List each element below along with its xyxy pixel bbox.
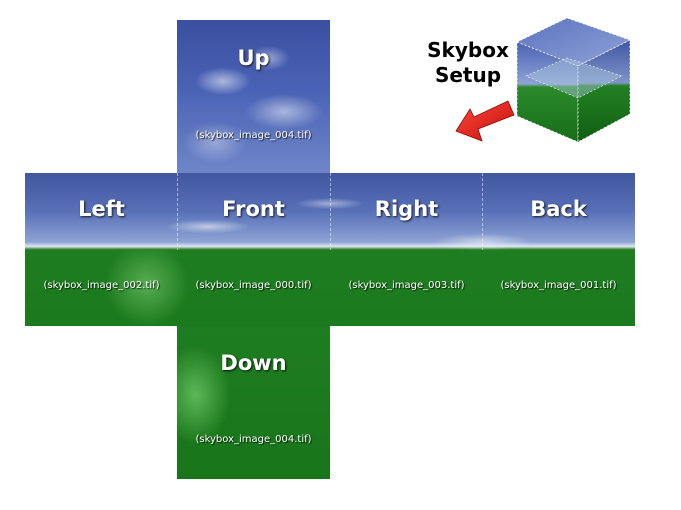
- face-up: Up (skybox_image_004.tif): [177, 20, 330, 173]
- diagram-title: Skybox Setup: [418, 38, 518, 88]
- face-right: Right (skybox_image_003.tif): [330, 173, 483, 326]
- title-line-2: Setup: [434, 63, 502, 87]
- face-label-front: Front: [222, 197, 285, 221]
- face-label-down: Down: [220, 351, 287, 375]
- face-left: Left (skybox_image_002.tif): [25, 173, 178, 326]
- face-file-right: (skybox_image_003.tif): [348, 280, 465, 291]
- face-back: Back (skybox_image_001.tif): [482, 173, 635, 326]
- face-file-back: (skybox_image_001.tif): [500, 280, 617, 291]
- face-file-front: (skybox_image_000.tif): [195, 280, 312, 291]
- face-file-down: (skybox_image_004.tif): [195, 434, 312, 445]
- red-arrow-icon: [455, 100, 515, 142]
- face-down: Down (skybox_image_004.tif): [177, 326, 330, 479]
- face-label-back: Back: [530, 197, 587, 221]
- face-label-right: Right: [374, 197, 439, 221]
- face-file-up: (skybox_image_004.tif): [195, 130, 312, 141]
- title-line-1: Skybox: [427, 38, 509, 62]
- face-front: Front (skybox_image_000.tif): [177, 173, 330, 326]
- face-label-left: Left: [78, 197, 125, 221]
- face-label-up: Up: [237, 46, 270, 70]
- face-file-left: (skybox_image_002.tif): [43, 280, 160, 291]
- skybox-cube-icon: [515, 17, 632, 143]
